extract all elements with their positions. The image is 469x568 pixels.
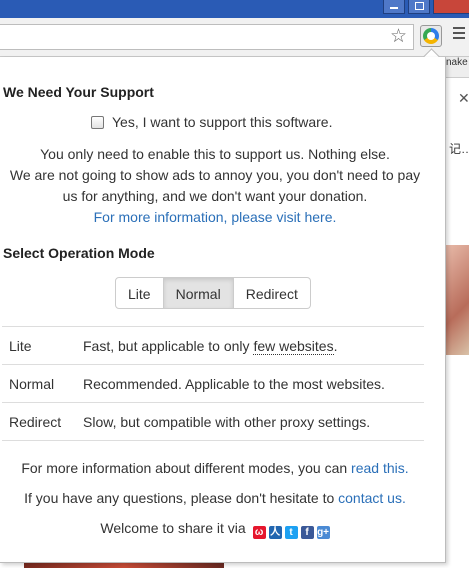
- table-row: Redirect Slow, but compatible with other…: [2, 403, 424, 441]
- table-row: Lite Fast, but applicable to only few we…: [2, 327, 424, 365]
- background-close-icon[interactable]: ✕: [458, 90, 469, 107]
- support-heading: We Need Your Support: [3, 84, 154, 100]
- window-titlebar: [0, 0, 469, 18]
- weibo-icon[interactable]: ω: [252, 526, 266, 539]
- mode-name: Lite: [9, 337, 32, 354]
- mode-table: Lite Fast, but applicable to only few we…: [2, 326, 424, 441]
- mode-name: Redirect: [9, 413, 62, 430]
- share-text: Welcome to share it via: [100, 520, 246, 536]
- support-line: us for anything, and we don't want your …: [62, 188, 368, 204]
- background-tab-label: nake: [446, 57, 468, 68]
- support-checkbox[interactable]: [91, 115, 104, 129]
- support-checkbox-label[interactable]: Yes, I want to support this software.: [112, 114, 333, 130]
- close-window-button[interactable]: [433, 0, 469, 14]
- mode-button-normal[interactable]: Normal: [163, 277, 234, 309]
- support-checkbox-row[interactable]: Yes, I want to support this software.: [91, 114, 333, 130]
- minimize-button[interactable]: [383, 0, 405, 14]
- twitter-icon[interactable]: t: [284, 526, 298, 539]
- support-description: You only need to enable this to support …: [0, 144, 430, 228]
- background-tab: nake: [446, 57, 469, 78]
- share-row: Welcome to share it via ω 人 t f g+: [0, 520, 430, 539]
- maximize-button[interactable]: [408, 0, 430, 14]
- renren-icon[interactable]: 人: [268, 526, 282, 539]
- mode-description: Slow, but compatible with other proxy se…: [83, 413, 371, 430]
- background-image: [446, 245, 469, 355]
- mode-button-redirect[interactable]: Redirect: [233, 277, 311, 309]
- mode-name: Normal: [9, 375, 55, 392]
- browser-toolbar: ☆: [0, 18, 469, 57]
- support-line: You only need to enable this to support …: [40, 146, 390, 162]
- mode-description: Recommended. Applicable to the most webs…: [83, 375, 385, 392]
- extension-popup: We Need Your Support Yes, I want to supp…: [0, 57, 446, 563]
- background-text: 记…: [449, 142, 469, 156]
- mode-button-lite[interactable]: Lite: [115, 277, 164, 309]
- facebook-icon[interactable]: f: [300, 526, 314, 539]
- more-info-link[interactable]: For more information, please visit here.: [94, 209, 337, 225]
- modes-info-text: For more information about different mod…: [21, 460, 409, 476]
- extension-logo-icon: [423, 28, 439, 44]
- mode-description: Fast, but applicable to only few website…: [83, 337, 338, 355]
- browser-menu-icon[interactable]: [453, 27, 465, 42]
- table-row: Normal Recommended. Applicable to the mo…: [2, 365, 424, 403]
- questions-text: If you have any questions, please don't …: [24, 490, 406, 506]
- read-this-link[interactable]: read this.: [351, 460, 409, 476]
- support-line: We are not going to show ads to annoy yo…: [9, 167, 421, 183]
- google-plus-icon[interactable]: g+: [316, 526, 330, 539]
- extension-button[interactable]: [420, 25, 442, 47]
- few-websites-link[interactable]: few websites: [253, 337, 334, 355]
- mode-selector: Lite Normal Redirect: [115, 277, 311, 309]
- contact-us-link[interactable]: contact us.: [338, 490, 406, 506]
- bookmark-star-icon[interactable]: ☆: [390, 27, 407, 47]
- address-bar[interactable]: ☆: [0, 24, 414, 50]
- mode-heading: Select Operation Mode: [3, 245, 155, 261]
